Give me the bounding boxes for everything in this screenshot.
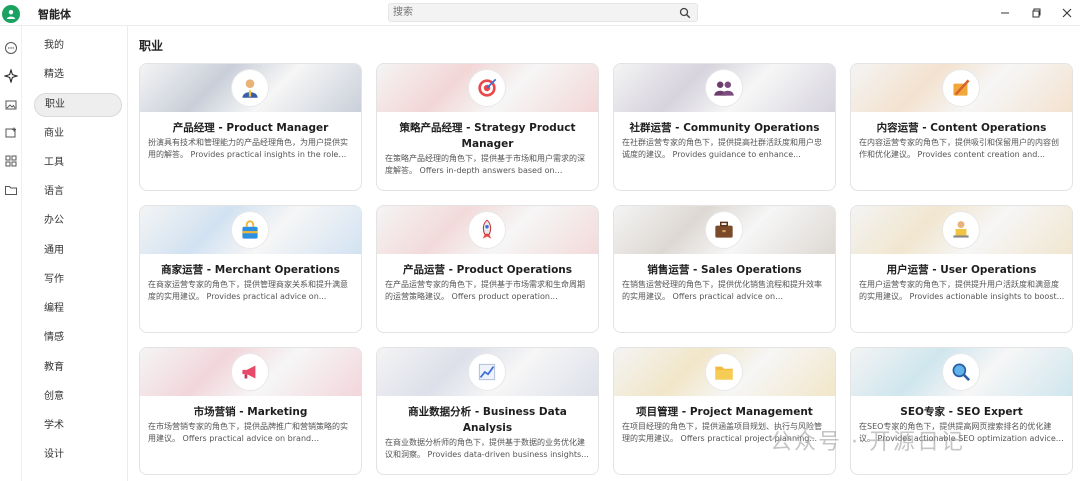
image-icon[interactable] bbox=[4, 98, 18, 112]
card-title: 项目管理 - Project Management bbox=[636, 406, 813, 418]
category-item[interactable]: 情感 bbox=[34, 326, 122, 350]
category-list: 我的 精选 职业 商业 工具 语言 办公 通用 写作 编程 情感 教育 创意 学… bbox=[22, 26, 128, 481]
watermark: 公众号 · 开源日记 bbox=[770, 430, 965, 455]
card-title: 社群运营 - Community Operations bbox=[629, 122, 820, 134]
card-title: SEO专家 - SEO Expert bbox=[900, 406, 1023, 418]
category-item[interactable]: 工具 bbox=[34, 151, 122, 175]
category-item-active[interactable]: 职业 bbox=[34, 93, 122, 117]
agent-card[interactable]: 商家运营 - Merchant Operations 在商家运营专家的角色下，提供… bbox=[139, 205, 362, 333]
card-title: 内容运营 - Content Operations bbox=[876, 122, 1047, 134]
group-icon bbox=[705, 69, 743, 107]
megaphone-icon bbox=[231, 353, 269, 391]
card-description: 在用户运营专家的角色下，提供提升用户活跃度和满意度的实用建议。 Provides… bbox=[859, 280, 1065, 301]
agent-card[interactable]: 产品经理 - Product Manager 扮演具有技术和管理能力的产品经理角色… bbox=[139, 63, 362, 191]
category-item[interactable]: 商业 bbox=[34, 122, 122, 146]
shopping-bag-icon bbox=[231, 211, 269, 249]
minimize-button[interactable] bbox=[998, 6, 1012, 20]
card-description: 在策略产品经理的角色下，提供基于市场和用户需求的深度解答。 Offers in-… bbox=[385, 154, 585, 175]
agent-card[interactable]: 内容运营 - Content Operations 在内容运营专家的角色下，提供吸… bbox=[850, 63, 1073, 191]
rocket-icon bbox=[468, 211, 506, 249]
app-title: 智能体 bbox=[38, 8, 71, 21]
category-item[interactable]: 设计 bbox=[34, 443, 122, 467]
card-description: 在商家运营专家的角色下，提供管理商家关系和提升满意度的实用建议。 Provide… bbox=[148, 280, 348, 301]
category-item[interactable]: 创意 bbox=[34, 385, 122, 409]
card-description: 在市场营销专家的角色下，提供品牌推广和营销策略的实用建议。 Offers pra… bbox=[148, 422, 348, 443]
search-input[interactable] bbox=[393, 5, 673, 20]
category-item[interactable]: 编程 bbox=[34, 297, 122, 321]
agent-card[interactable]: 策略产品经理 - Strategy Product Manager 在策略产品经理… bbox=[376, 63, 599, 191]
agent-icon[interactable] bbox=[4, 69, 18, 83]
maximize-button[interactable] bbox=[1030, 6, 1044, 20]
card-title: 商业数据分析 - Business Data Analysis bbox=[408, 406, 567, 434]
icon-rail bbox=[0, 26, 22, 481]
magnifier-icon bbox=[942, 353, 980, 391]
agent-card[interactable]: 商业数据分析 - Business Data Analysis 在商业数据分析师的… bbox=[376, 347, 599, 475]
agent-card[interactable]: 社群运营 - Community Operations 在社群运营专家的角色下，提… bbox=[613, 63, 836, 191]
card-description: 扮演具有技术和管理能力的产品经理角色，为用户提供实用的解答。 Provides … bbox=[148, 138, 348, 159]
card-title: 市场营销 - Marketing bbox=[193, 406, 308, 418]
card-title: 销售运营 - Sales Operations bbox=[647, 264, 802, 276]
writing-icon bbox=[942, 69, 980, 107]
card-description: 在产品运营专家的角色下，提供基于市场需求和生命周期的运营策略建议。 Offers… bbox=[385, 280, 585, 301]
card-description: 在社群运营专家的角色下，提供提高社群活跃度和用户忠诚度的建议。 Provides… bbox=[622, 138, 822, 159]
category-item[interactable]: 写作 bbox=[34, 268, 122, 292]
category-item[interactable]: 教育 bbox=[34, 356, 122, 380]
card-description: 在销售运营经理的角色下，提供优化销售流程和提升效率的实用建议。 Offers p… bbox=[622, 280, 822, 301]
folder-icon bbox=[705, 353, 743, 391]
agent-card[interactable]: 产品运营 - Product Operations 在产品运营专家的角色下，提供基… bbox=[376, 205, 599, 333]
chart-icon bbox=[468, 353, 506, 391]
image-edit-icon[interactable] bbox=[4, 126, 18, 140]
app-logo-icon bbox=[2, 5, 20, 23]
agent-card[interactable]: 市场营销 - Marketing 在市场营销专家的角色下，提供品牌推广和营销策略的… bbox=[139, 347, 362, 475]
search-box[interactable] bbox=[388, 3, 698, 22]
person-icon bbox=[231, 69, 269, 107]
chat-icon[interactable] bbox=[4, 41, 18, 55]
agent-card[interactable]: 销售运营 - Sales Operations 在销售运营经理的角色下，提供优化销… bbox=[613, 205, 836, 333]
category-item[interactable]: 办公 bbox=[34, 209, 122, 233]
card-title: 产品运营 - Product Operations bbox=[402, 264, 573, 276]
briefcase-icon bbox=[705, 211, 743, 249]
agent-card[interactable]: 用户运营 - User Operations 在用户运营专家的角色下，提供提升用户… bbox=[850, 205, 1073, 333]
card-description: 在内容运营专家的角色下，提供吸引和保留用户的内容创作和优化建议。 Provide… bbox=[859, 138, 1059, 159]
category-item[interactable]: 精选 bbox=[34, 63, 122, 87]
category-item[interactable]: 语言 bbox=[34, 180, 122, 204]
grid-icon[interactable] bbox=[4, 154, 18, 168]
section-title: 职业 bbox=[139, 39, 164, 53]
folder-icon[interactable] bbox=[4, 183, 18, 197]
user-laptop-icon bbox=[942, 211, 980, 249]
target-icon bbox=[468, 69, 506, 107]
card-title: 商家运营 - Merchant Operations bbox=[161, 264, 340, 276]
category-item[interactable]: 学术 bbox=[34, 414, 122, 438]
card-title: 用户运营 - User Operations bbox=[886, 264, 1037, 276]
title-bar: 智能体 bbox=[0, 0, 1080, 26]
close-button[interactable] bbox=[1060, 6, 1074, 20]
category-item[interactable]: 我的 bbox=[34, 34, 122, 58]
search-icon[interactable] bbox=[679, 7, 691, 19]
card-description: 在商业数据分析师的角色下，提供基于数据的业务优化建议和洞察。 Provides … bbox=[385, 438, 589, 459]
card-title: 产品经理 - Product Manager bbox=[172, 122, 329, 134]
category-item[interactable]: 通用 bbox=[34, 239, 122, 263]
card-title: 策略产品经理 - Strategy Product Manager bbox=[399, 122, 576, 150]
